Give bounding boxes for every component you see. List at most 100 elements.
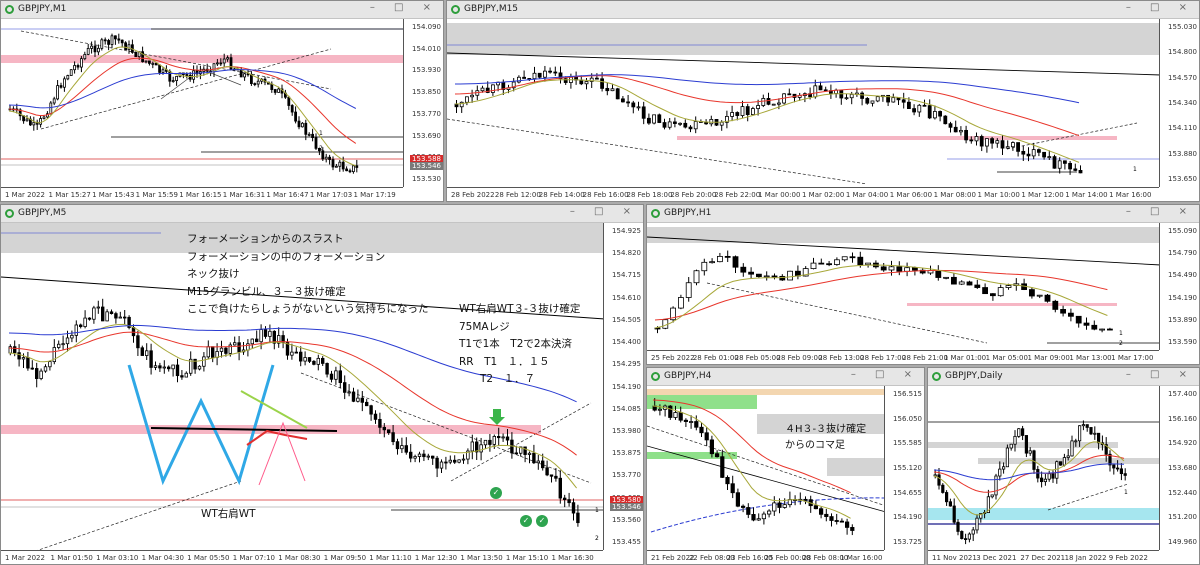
- price-axis[interactable]: 154.090 154.010 153.930 153.850 153.770 153.6…: [403, 19, 443, 187]
- trend-line: [647, 445, 886, 513]
- time-tick-label: 1 Mar 00:00: [758, 191, 801, 199]
- candle: [345, 168, 349, 172]
- price-chart[interactable]: ４H３-３抜け確定 からのコマ足 156.515 156.050 155.585 15…: [647, 386, 924, 564]
- chart-window-h4[interactable]: GBPJPY,H4 – □ × ４H３-３抜け確定 からのコマ足 156.515…: [646, 367, 925, 565]
- candle: [224, 347, 228, 354]
- candle: [948, 123, 953, 128]
- price-axis[interactable]: 156.515 156.050 155.585 155.120 154.655 154.1…: [884, 386, 924, 550]
- candle: [492, 436, 496, 445]
- candle: [219, 347, 224, 352]
- window-controls[interactable]: – □ ×: [1126, 369, 1195, 380]
- candle: [971, 529, 975, 535]
- candle: [689, 421, 694, 423]
- candle: [522, 76, 526, 79]
- candle: [772, 502, 777, 512]
- window-controls[interactable]: – □ ×: [370, 2, 439, 13]
- note-line: T1で1本 T2で2本決済: [459, 338, 573, 350]
- title-bar[interactable]: GBPJPY,Daily – □ ×: [928, 368, 1199, 386]
- price-axis[interactable]: 155.090 154.790 154.490 154.190 153.890 153.5…: [1159, 223, 1199, 350]
- chart-window-m5[interactable]: GBPJPY,M5 – □ × 1 2 フォーメーションからのスラスト フォーメー…: [0, 204, 644, 565]
- candle: [717, 255, 723, 263]
- candle: [1009, 443, 1013, 449]
- time-tick-label: 28 Feb 20:00: [670, 191, 717, 199]
- title-bar[interactable]: GBPJPY,H4 – □ ×: [647, 368, 924, 386]
- chart-plot-area[interactable]: 12: [1, 19, 405, 189]
- candle: [239, 69, 243, 78]
- chart-window-daily[interactable]: GBPJPY,Daily – □ × 1 157.400 156.160 154.9…: [927, 367, 1200, 565]
- price-tick-label: 152.440: [1168, 488, 1197, 497]
- supply-zone: [677, 136, 1117, 140]
- price-axis[interactable]: 154.925 154.820 154.715 154.610 154.505 154.4…: [603, 223, 643, 550]
- time-tick-label: 1 Mar 08:00: [933, 191, 976, 199]
- price-tick-label: 153.725: [893, 538, 922, 546]
- time-axis[interactable]: 1 Mar 2022 1 Mar 15:27 1 Mar 15:43 1 Mar 15…: [1, 187, 403, 201]
- candle: [953, 126, 958, 133]
- title-bar[interactable]: GBPJPY,M1 – □ ×: [1, 1, 443, 19]
- candle: [290, 105, 294, 113]
- price-axis[interactable]: 155.030 154.800 154.570 154.340 154.110 153.8…: [1159, 19, 1199, 187]
- candle: [171, 364, 175, 370]
- candle: [1026, 153, 1031, 157]
- title-bar[interactable]: GBPJPY,H1 – □ ×: [647, 205, 1199, 223]
- window-controls[interactable]: – □ ×: [851, 369, 920, 380]
- moving-average-blue: [933, 463, 1125, 481]
- price-chart[interactable]: 1 155.030 154.800 154.570 154.340 154.110 153…: [447, 19, 1199, 201]
- window-controls[interactable]: – □ ×: [1126, 206, 1195, 217]
- chart-window-m1[interactable]: GBPJPY,M1 – □ × 12 154.090 154.010 153.930…: [0, 0, 444, 202]
- title-bar[interactable]: GBPJPY,M5 – □ ×: [1, 205, 643, 223]
- price-axis[interactable]: 157.400 156.160 154.920 153.680 152.440 151.2…: [1159, 386, 1199, 550]
- chart-window-h1[interactable]: GBPJPY,H1 – □ × 12 155.090 154.790 154.490…: [646, 204, 1200, 365]
- candle: [76, 65, 80, 68]
- chart-plot-area[interactable]: [647, 386, 886, 552]
- chart-plot-area[interactable]: 1: [447, 19, 1161, 189]
- candle: [763, 275, 770, 278]
- chart-plot-area[interactable]: 12: [647, 223, 1161, 352]
- candle: [17, 352, 21, 360]
- candle: [48, 361, 52, 368]
- price-chart[interactable]: 12 154.090 154.010 153.930 153.850 153.770 15…: [1, 19, 443, 201]
- candle: [911, 267, 918, 271]
- candle: [120, 39, 124, 44]
- time-tick-label: 28 Feb 12:00: [494, 191, 541, 199]
- candle: [1058, 461, 1063, 466]
- candle: [683, 122, 688, 128]
- candle: [356, 397, 360, 402]
- price-chart[interactable]: 12 155.090 154.790 154.490 154.190 153.890 15…: [647, 223, 1199, 364]
- candle: [523, 446, 527, 455]
- check-icon: ✓: [490, 487, 502, 499]
- price-chart[interactable]: 1 157.400 156.160 154.920 153.680 152.440 151…: [928, 386, 1199, 564]
- candle: [850, 527, 855, 531]
- candle: [39, 370, 43, 379]
- window-controls[interactable]: – □ ×: [1126, 2, 1195, 13]
- candle: [56, 85, 59, 100]
- candle: [395, 441, 400, 450]
- window-controls[interactable]: – □ ×: [570, 206, 639, 217]
- chart-plot-area[interactable]: 1: [928, 386, 1161, 552]
- price-chart[interactable]: 1 2 フォーメーションからのスラスト フォーメーションの中のフォーメーション ネ…: [1, 223, 643, 564]
- candle: [197, 365, 202, 370]
- candle: [818, 85, 823, 91]
- candle: [715, 453, 720, 458]
- candle: [548, 70, 552, 73]
- candle: [571, 502, 576, 514]
- candle: [979, 136, 984, 147]
- candle: [73, 65, 76, 71]
- price-tick-label: 156.160: [1168, 414, 1197, 423]
- time-axis[interactable]: 25 Feb 2022 28 Feb 01:00 28 Feb 05:00 28 Fe…: [647, 350, 1159, 364]
- candle: [1055, 461, 1059, 479]
- time-axis[interactable]: 21 Feb 2022 22 Feb 08:00 23 Feb 16:00 25 Fe…: [647, 550, 884, 564]
- candle: [1096, 432, 1101, 444]
- candle: [672, 121, 677, 124]
- time-axis[interactable]: 1 Mar 2022 1 Mar 01:50 1 Mar 03:10 1 Mar 04…: [1, 550, 603, 564]
- candle: [324, 156, 328, 160]
- time-axis[interactable]: 28 Feb 2022 28 Feb 12:00 28 Feb 14:00 28 Fe…: [447, 187, 1159, 201]
- price-tick-label: 154.490: [1168, 271, 1197, 280]
- candle: [1021, 428, 1025, 436]
- time-axis[interactable]: 11 Nov 2021 3 Dec 2021 27 Dec 2021 18 Jan 2…: [928, 550, 1159, 564]
- chart-window-m15[interactable]: GBPJPY,M15 – □ × 1 155.030 154.800 154.570…: [446, 0, 1200, 202]
- candle: [151, 62, 155, 65]
- title-bar[interactable]: GBPJPY,M15 – □ ×: [447, 1, 1199, 19]
- candle: [990, 138, 994, 144]
- candle: [1067, 312, 1074, 317]
- candle: [496, 436, 501, 439]
